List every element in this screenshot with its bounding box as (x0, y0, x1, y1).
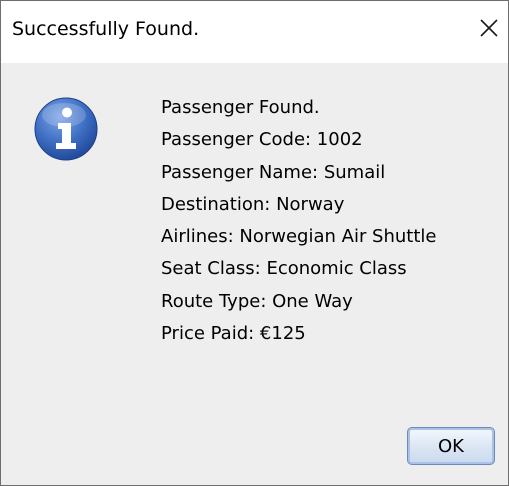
message-line: Price Paid: €125 (161, 323, 306, 345)
dialog-content: Passenger Found. Passenger Code: 1002 Pa… (1, 63, 508, 485)
message-line: Seat Class: Economic Class (161, 258, 407, 280)
message-line: Passenger Found. (161, 97, 320, 118)
message-line: Passenger Code: 1002 (161, 129, 363, 151)
message-line: Destination: Norway (161, 193, 345, 215)
dialog-title: Successfully Found. (12, 18, 200, 40)
message-line: Passenger Name: Sumail (161, 161, 386, 183)
dialog-titlebar: Successfully Found. (1, 1, 508, 63)
message-lines: Passenger Found. Passenger Code: 1002 Pa… (161, 92, 437, 350)
close-icon[interactable] (476, 15, 502, 41)
message-line: Route Type: One Way (161, 290, 353, 312)
ok-button[interactable]: OK (407, 427, 495, 465)
message-line: Airlines: Norwegian Air Shuttle (161, 226, 437, 248)
information-icon (34, 97, 98, 161)
message-dialog: Successfully Found. Passenger Found. Pas… (0, 0, 509, 486)
